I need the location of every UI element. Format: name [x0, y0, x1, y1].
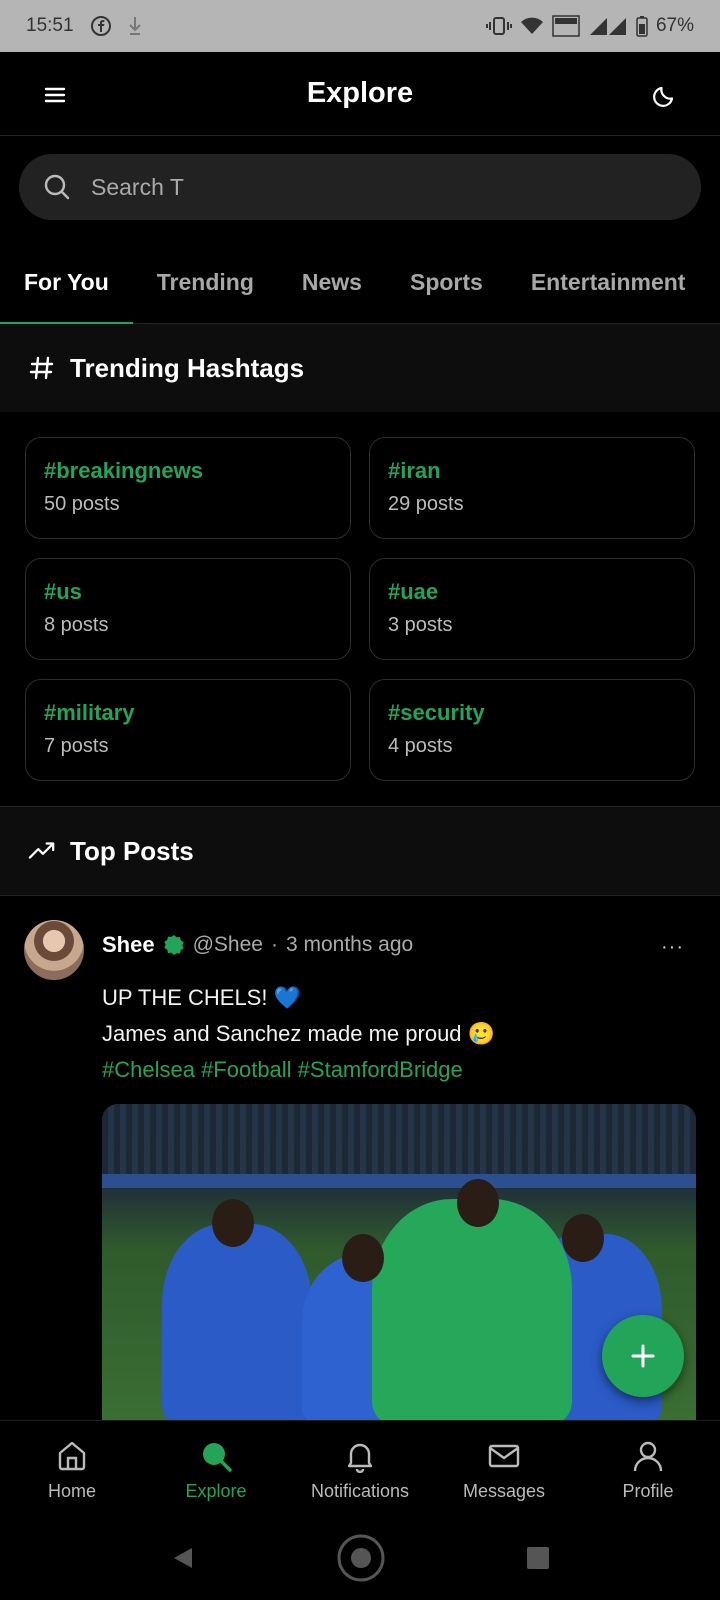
wifi-icon — [520, 16, 544, 36]
hashtag-card[interactable]: #iran 29 posts — [369, 437, 695, 539]
volte-icon — [552, 15, 580, 37]
more-options-icon[interactable]: ··· — [661, 936, 684, 959]
user-icon — [631, 1439, 665, 1473]
hashtag-count: 7 posts — [44, 735, 109, 757]
verified-badge-icon — [163, 934, 185, 956]
menu-icon[interactable] — [40, 80, 70, 110]
trending-up-icon — [28, 837, 56, 865]
status-time: 15:51 — [26, 15, 74, 36]
hashtag-count: 4 posts — [388, 735, 453, 757]
meta-separator: · — [270, 933, 278, 956]
nav-explore[interactable]: Explore — [144, 1421, 288, 1520]
section-title: Trending Hashtags — [70, 352, 305, 383]
trending-hashtags-header: Trending Hashtags — [0, 324, 720, 412]
avatar[interactable] — [24, 920, 84, 980]
status-bar: 15:51 67% — [0, 0, 720, 52]
battery-icon — [636, 15, 648, 37]
image-head — [562, 1214, 604, 1262]
hashtag-card[interactable]: #security 4 posts — [369, 679, 695, 781]
hashtag-label: #uae — [388, 579, 439, 604]
image-crowd — [102, 1104, 696, 1184]
top-posts-header: Top Posts — [0, 807, 720, 895]
image-head — [212, 1199, 254, 1247]
hashtag-count: 29 posts — [388, 493, 464, 515]
divider — [0, 895, 720, 896]
hashtag-card[interactable]: #military 7 posts — [25, 679, 351, 781]
facebook-icon — [90, 15, 112, 37]
hashtag-label: #security — [388, 700, 485, 725]
image-head — [342, 1234, 384, 1282]
hashtag-label: #us — [44, 579, 82, 604]
tab-entertainment[interactable]: Entertainment — [507, 240, 710, 324]
page-title: Explore — [306, 77, 414, 109]
battery-percent: 67% — [655, 15, 694, 36]
mail-icon — [487, 1439, 521, 1473]
hashtag-icon — [28, 354, 56, 382]
vibrate-icon — [485, 16, 512, 36]
author-handle: @Shee — [192, 933, 263, 956]
image-player — [372, 1199, 572, 1424]
nav-home[interactable]: Home — [0, 1421, 144, 1520]
signal-icon — [588, 16, 628, 36]
image-player — [162, 1224, 312, 1424]
post-hashtags[interactable]: #Chelsea #Football #StamfordBridge — [102, 1052, 495, 1088]
tab-sports[interactable]: Sports — [386, 240, 507, 324]
back-icon[interactable] — [170, 1545, 196, 1576]
hashtag-label: #iran — [388, 458, 441, 483]
hashtag-label: #military — [44, 700, 135, 725]
search-icon — [199, 1439, 233, 1473]
home-icon — [55, 1439, 89, 1473]
hashtag-count: 3 posts — [388, 614, 453, 636]
nav-label: Notifications — [310, 1481, 410, 1501]
home-button-icon[interactable] — [336, 1533, 386, 1588]
recents-icon[interactable] — [526, 1546, 550, 1575]
author-name[interactable]: Shee — [102, 932, 155, 958]
search-icon — [43, 172, 73, 202]
nav-profile[interactable]: Profile — [576, 1421, 720, 1520]
tab-for-you[interactable]: For You — [0, 240, 133, 325]
image-advert-board — [102, 1174, 696, 1188]
hashtag-card[interactable]: #breakingnews 50 posts — [25, 437, 351, 539]
section-title: Top Posts — [70, 835, 194, 866]
plus-icon — [631, 1344, 655, 1368]
hashtag-card[interactable]: #us 8 posts — [25, 558, 351, 660]
post-text: UP THE CHELS! 💙 James and Sanchez made m… — [102, 980, 495, 1088]
search-bar[interactable] — [19, 154, 701, 220]
hashtag-label: #breakingnews — [44, 458, 203, 483]
category-tabs: For You Trending News Sports Entertainme… — [0, 240, 720, 325]
tab-trending[interactable]: Trending — [133, 240, 278, 324]
post-line: UP THE CHELS! 💙 — [102, 985, 301, 1010]
search-input[interactable] — [91, 173, 651, 201]
hashtag-card[interactable]: #uae 3 posts — [369, 558, 695, 660]
app-header: Explore — [0, 52, 720, 136]
post-time: 3 months ago — [285, 933, 414, 956]
nav-label: Home — [47, 1481, 96, 1501]
hashtag-count: 8 posts — [44, 614, 109, 636]
system-navigation-bar — [0, 1520, 720, 1600]
bottom-navigation: Home Explore Notifications Messages Prof… — [0, 1420, 720, 1520]
nav-notifications[interactable]: Notifications — [288, 1421, 432, 1520]
download-icon — [128, 15, 142, 37]
bell-icon — [343, 1439, 377, 1473]
post-line: James and Sanchez made me proud 🥲 — [102, 1021, 496, 1046]
nav-label: Messages — [462, 1481, 546, 1501]
post-meta: Shee @Shee · 3 months ago — [102, 932, 413, 958]
nav-messages[interactable]: Messages — [432, 1421, 576, 1520]
hashtag-count: 50 posts — [44, 493, 120, 515]
nav-label: Explore — [185, 1481, 247, 1501]
tab-news[interactable]: News — [278, 240, 386, 324]
moon-icon[interactable] — [650, 80, 680, 110]
nav-label: Profile — [622, 1481, 674, 1501]
image-head — [457, 1179, 499, 1227]
new-post-button[interactable] — [602, 1315, 684, 1397]
